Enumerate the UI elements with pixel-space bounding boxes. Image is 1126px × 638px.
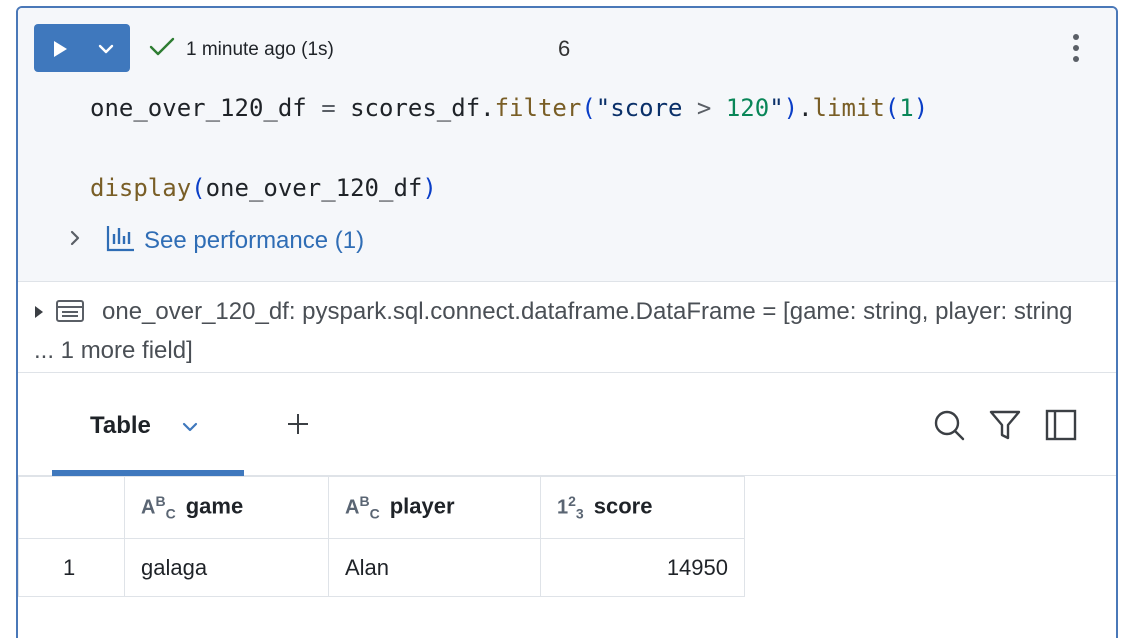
dataframe-schema[interactable]: one_over_120_df: pyspark.sql.connect.dat… (34, 294, 1094, 369)
chevron-down-icon[interactable] (182, 420, 198, 438)
row-number: 1 (18, 538, 125, 597)
add-visualization-icon[interactable] (286, 412, 310, 441)
code-function: limit (812, 94, 885, 122)
more-options-icon[interactable] (1070, 32, 1082, 69)
table-header-row: ABC game ABC player 123 score (18, 476, 745, 539)
integer-type-icon: 123 (557, 493, 584, 522)
code-paren: ) (422, 174, 437, 202)
chevron-down-icon[interactable] (98, 42, 114, 60)
code-paren: ( (191, 174, 206, 202)
result-table: ABC game ABC player 123 score 1 galaga Alan… (18, 476, 745, 597)
code-number: 1 (899, 94, 914, 122)
row-number-header (18, 476, 125, 539)
column-name: score (593, 493, 653, 519)
code-number: 120 (725, 94, 770, 122)
filter-icon[interactable] (988, 408, 1022, 447)
code-string: "score (595, 94, 683, 122)
chevron-right-icon[interactable] (68, 229, 82, 252)
column-header-player[interactable]: ABC player (328, 476, 541, 539)
table-icon (56, 297, 84, 333)
run-cell-button[interactable] (34, 24, 130, 72)
column-name: player (389, 493, 455, 519)
execution-status: 1 minute ago (1s) (148, 36, 334, 63)
table-row: 1 galaga Alan 14950 (18, 538, 745, 597)
cell-game[interactable]: galaga (124, 538, 329, 597)
string-type-icon: ABC (345, 493, 380, 522)
status-text: 1 minute ago (1s) (186, 38, 334, 60)
code-dot: . (798, 94, 813, 122)
code-object: scores_df. (350, 94, 495, 122)
code-string: " (769, 94, 784, 122)
code-line-1[interactable]: one_over_120_df = scores_df.filter("scor… (90, 94, 928, 122)
code-variable: one_over_120_df (90, 94, 307, 122)
string-type-icon: ABC (141, 493, 176, 522)
execution-count: 6 (558, 36, 571, 61)
tab-table-label: Table (90, 412, 151, 439)
column-name: game (185, 493, 244, 519)
play-icon[interactable] (52, 40, 68, 63)
code-area[interactable]: 1 minute ago (1s) 6 one_over_120_df = sc… (18, 8, 1116, 282)
see-performance-label[interactable]: See performance (1) (144, 227, 364, 255)
code-function: filter (494, 94, 582, 122)
column-header-game[interactable]: ABC game (124, 476, 329, 539)
column-header-score[interactable]: 123 score (540, 476, 745, 539)
divider (18, 372, 1116, 373)
search-icon[interactable] (932, 408, 966, 447)
tab-table[interactable]: Table (52, 374, 244, 476)
code-operator: > (682, 94, 726, 122)
code-paren: ( (581, 94, 596, 122)
code-function: display (90, 174, 192, 202)
notebook-cell: 1 minute ago (1s) 6 one_over_120_df = sc… (16, 6, 1118, 638)
code-paren: ( (884, 94, 900, 122)
bar-chart-icon (106, 224, 136, 257)
schema-text: one_over_120_df: pyspark.sql.connect.dat… (34, 298, 1073, 364)
cell-player[interactable]: Alan (328, 538, 541, 597)
cell-score[interactable]: 14950 (540, 538, 745, 597)
see-performance-link[interactable]: See performance (1) (68, 224, 364, 257)
code-paren: ) (913, 94, 929, 122)
side-panel-icon[interactable] (1044, 408, 1078, 447)
checkmark-icon (148, 36, 176, 63)
result-tabs: Table (18, 374, 1116, 476)
caret-right-icon[interactable] (34, 294, 44, 330)
code-operator: = (306, 94, 351, 122)
code-variable: one_over_120_df (205, 174, 423, 202)
code-paren: ) (783, 94, 799, 122)
code-line-2[interactable]: display(one_over_120_df) (90, 174, 437, 202)
